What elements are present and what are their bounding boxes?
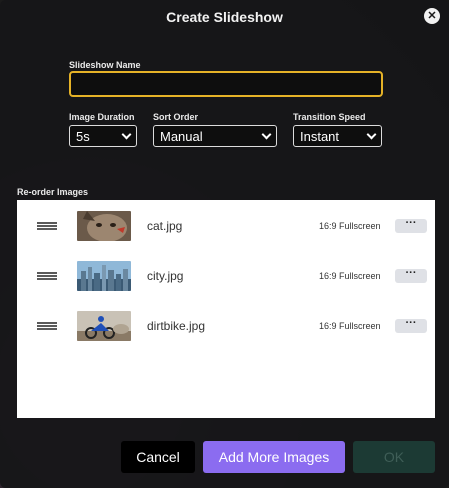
chevron-down-icon: [121, 129, 132, 139]
drag-handle-icon[interactable]: [37, 272, 57, 280]
sort-order-value: Manual: [160, 128, 203, 144]
image-filename: cat.jpg: [147, 219, 183, 233]
city-thumbnail: [77, 261, 131, 291]
image-duration-label: Image Duration: [69, 112, 135, 122]
list-item[interactable]: dirtbike.jpg 16:9 Fullscreen ···: [17, 306, 435, 346]
image-duration-select[interactable]: 5s: [69, 125, 137, 147]
transition-speed-select[interactable]: Instant: [293, 125, 382, 147]
transition-speed-value: Instant: [300, 128, 340, 144]
more-options-button[interactable]: ···: [395, 318, 427, 333]
list-item[interactable]: cat.jpg 16:9 Fullscreen ···: [17, 206, 435, 246]
list-item[interactable]: city.jpg 16:9 Fullscreen ···: [17, 256, 435, 296]
transition-speed-label: Transition Speed: [293, 112, 366, 122]
image-duration-value: 5s: [76, 128, 90, 144]
cat-thumbnail: [77, 211, 131, 241]
drag-handle-icon[interactable]: [37, 222, 57, 230]
create-slideshow-dialog: Create Slideshow ✕ Slideshow Name Image …: [0, 0, 449, 488]
drag-handle-icon[interactable]: [37, 322, 57, 330]
close-icon[interactable]: ✕: [424, 8, 440, 24]
chevron-down-icon: [261, 129, 272, 139]
image-filename: dirtbike.jpg: [147, 319, 206, 333]
chevron-down-icon: [366, 129, 377, 139]
ok-button[interactable]: OK: [353, 441, 435, 473]
dialog-title: Create Slideshow: [166, 9, 283, 25]
dirtbike-thumbnail: [77, 311, 131, 341]
more-options-button[interactable]: ···: [395, 268, 427, 283]
add-more-images-button[interactable]: Add More Images: [203, 441, 345, 473]
sort-order-label: Sort Order: [153, 112, 199, 122]
aspect-ratio-label: 16:9 Fullscreen: [319, 271, 381, 281]
aspect-ratio-label: 16:9 Fullscreen: [319, 221, 381, 231]
sort-order-select[interactable]: Manual: [153, 125, 277, 147]
image-filename: city.jpg: [147, 269, 184, 283]
cancel-button[interactable]: Cancel: [121, 441, 195, 473]
reorder-images-label: Re-order Images: [17, 187, 89, 197]
more-options-button[interactable]: ···: [395, 218, 427, 233]
slideshow-name-label: Slideshow Name: [69, 60, 141, 70]
aspect-ratio-label: 16:9 Fullscreen: [319, 321, 381, 331]
image-list: cat.jpg 16:9 Fullscreen ··· city.jpg 16:…: [17, 200, 435, 418]
slideshow-name-input[interactable]: [69, 71, 383, 97]
